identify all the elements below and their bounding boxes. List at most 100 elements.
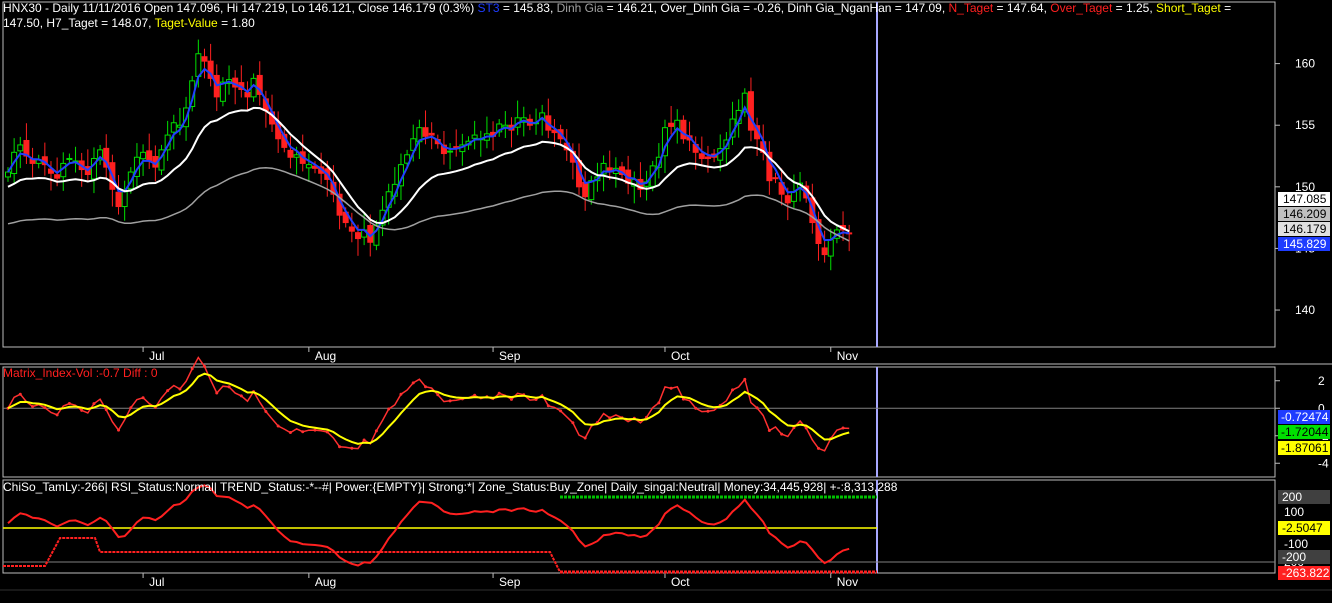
oscillator-line-point xyxy=(743,377,747,381)
oscillator-line-point xyxy=(18,392,22,396)
oscillator-line-point xyxy=(215,391,219,395)
oscillator-line-point xyxy=(178,387,182,391)
x-tick-label: Oct xyxy=(671,575,690,589)
oscillator-line-point xyxy=(166,389,170,393)
candle-body xyxy=(305,164,312,169)
status-step-line xyxy=(3,537,561,573)
oscillator-line-point xyxy=(755,406,759,410)
candle-body xyxy=(588,180,595,201)
oscillator-line-point xyxy=(239,394,243,398)
x-tick-label: Nov xyxy=(837,349,858,363)
candle-body xyxy=(115,191,122,208)
candle-body xyxy=(668,122,675,127)
header-segment: = 1.80 xyxy=(217,16,255,30)
price-tag-label: 146.179 xyxy=(1283,222,1327,236)
oscillator-line-point xyxy=(657,401,661,405)
candle-body xyxy=(784,195,791,204)
header-line-2: 147.50, H7_Taget = 148.07, Taget-Value =… xyxy=(3,16,255,31)
oscillator-line-point xyxy=(780,432,784,436)
candle-body xyxy=(447,150,454,153)
header-segment: N_Taget xyxy=(948,1,994,15)
dinh-gia-line xyxy=(7,166,850,242)
y-tick-label: 155 xyxy=(1295,118,1315,132)
oscillator-line-point xyxy=(497,391,501,395)
header-segment: = 147.64, xyxy=(993,1,1051,15)
oscillator-line-point xyxy=(301,430,305,434)
oscillator-line-point xyxy=(190,367,194,371)
oscillator-line-point xyxy=(436,393,440,397)
candle-body xyxy=(471,134,478,139)
candle-body xyxy=(704,156,711,159)
candle-body xyxy=(827,239,834,257)
candle-body xyxy=(140,151,147,160)
candle-body xyxy=(170,122,177,133)
oscillator-line-point xyxy=(387,407,391,411)
header-segment: = 145.83, xyxy=(499,1,557,15)
oscillator-line-point xyxy=(276,424,280,428)
x-tick-label: Aug xyxy=(315,349,336,363)
header-segment: HNX30 - Daily 11/11/2016 Open 147.096, H… xyxy=(3,1,478,15)
x-tick-label: Sep xyxy=(499,349,521,363)
oscillator-line-point xyxy=(546,404,550,408)
header-segment: Over_Taget xyxy=(1050,1,1113,15)
panel-frame xyxy=(2,1,1276,348)
candle-body xyxy=(201,56,208,62)
oscillator-line-point xyxy=(129,406,133,410)
oscillator-line-point xyxy=(117,428,121,432)
candle-body xyxy=(821,247,828,256)
header-segment: ST3 xyxy=(477,1,500,15)
oscillator-line-point xyxy=(264,410,268,414)
candle-body xyxy=(146,150,153,162)
y-tick-label: -4 xyxy=(1318,456,1329,470)
oscillator-line-point xyxy=(559,409,563,413)
oscillator-line-point xyxy=(43,406,47,410)
osc-tag-label: -0.72474 xyxy=(1281,410,1329,424)
candle-body xyxy=(790,191,797,202)
oscillator-line-point xyxy=(31,404,35,408)
y-tick-label: 160 xyxy=(1295,57,1315,71)
oscillator-line-point xyxy=(288,431,292,435)
oscillator-line-point xyxy=(313,428,317,432)
y-tick-label: -100 xyxy=(1284,537,1308,551)
header-segment: = xyxy=(1220,1,1232,15)
oscillator-line-point xyxy=(104,408,108,412)
tamly-tag-label: -200 xyxy=(1282,550,1306,564)
header-segment: Dinh Gia xyxy=(556,1,604,15)
oscillator-line-point xyxy=(571,421,575,425)
x-tick-label: Jul xyxy=(149,349,164,363)
candle-body xyxy=(5,171,11,178)
oscillator-line-point xyxy=(841,426,845,430)
panel2-title: Matrix_Index-Vol :-0.7 Diff : 0 xyxy=(3,366,158,380)
tamly-line xyxy=(7,484,850,567)
oscillator-line-point xyxy=(424,385,428,389)
oscillator-line-point xyxy=(67,401,71,405)
price-tag-label: 146.209 xyxy=(1283,207,1327,221)
oscillator-line-point xyxy=(448,399,452,403)
candle-body xyxy=(502,124,509,128)
oscillator-line-point xyxy=(669,386,673,390)
x-tick-label: Jul xyxy=(149,575,164,589)
oscillator-line-point xyxy=(706,409,710,413)
header-line-1: HNX30 - Daily 11/11/2016 Open 147.096, H… xyxy=(3,1,1231,16)
oscillator-line-point xyxy=(338,445,342,449)
oscillator-line-point xyxy=(227,385,231,389)
price-tag-label: 147.085 xyxy=(1283,192,1327,206)
tamly-tag-label: -263.822 xyxy=(1282,566,1330,580)
oscillator-line-point xyxy=(399,392,403,396)
candle-body xyxy=(293,154,300,158)
candle-body xyxy=(354,232,361,240)
x-tick-label: Sep xyxy=(499,575,521,589)
candle-body xyxy=(121,191,128,208)
oscillator-line-point xyxy=(509,397,513,401)
oscillator-line-point xyxy=(583,436,587,440)
tamly-tag-label: -2.5047 xyxy=(1282,521,1323,535)
candle-body xyxy=(680,119,687,140)
header-segment: 147.50, H7_Taget = 148.07, xyxy=(3,16,155,30)
candle-body xyxy=(17,144,24,152)
y-tick-label: 2 xyxy=(1318,374,1325,388)
oscillator-line-point xyxy=(80,408,84,412)
header-segment: Short_Taget xyxy=(1156,1,1221,15)
oscillator-line-point xyxy=(411,381,415,385)
candle-body xyxy=(428,132,435,136)
osc-tag-label: -1.87061 xyxy=(1281,441,1329,455)
